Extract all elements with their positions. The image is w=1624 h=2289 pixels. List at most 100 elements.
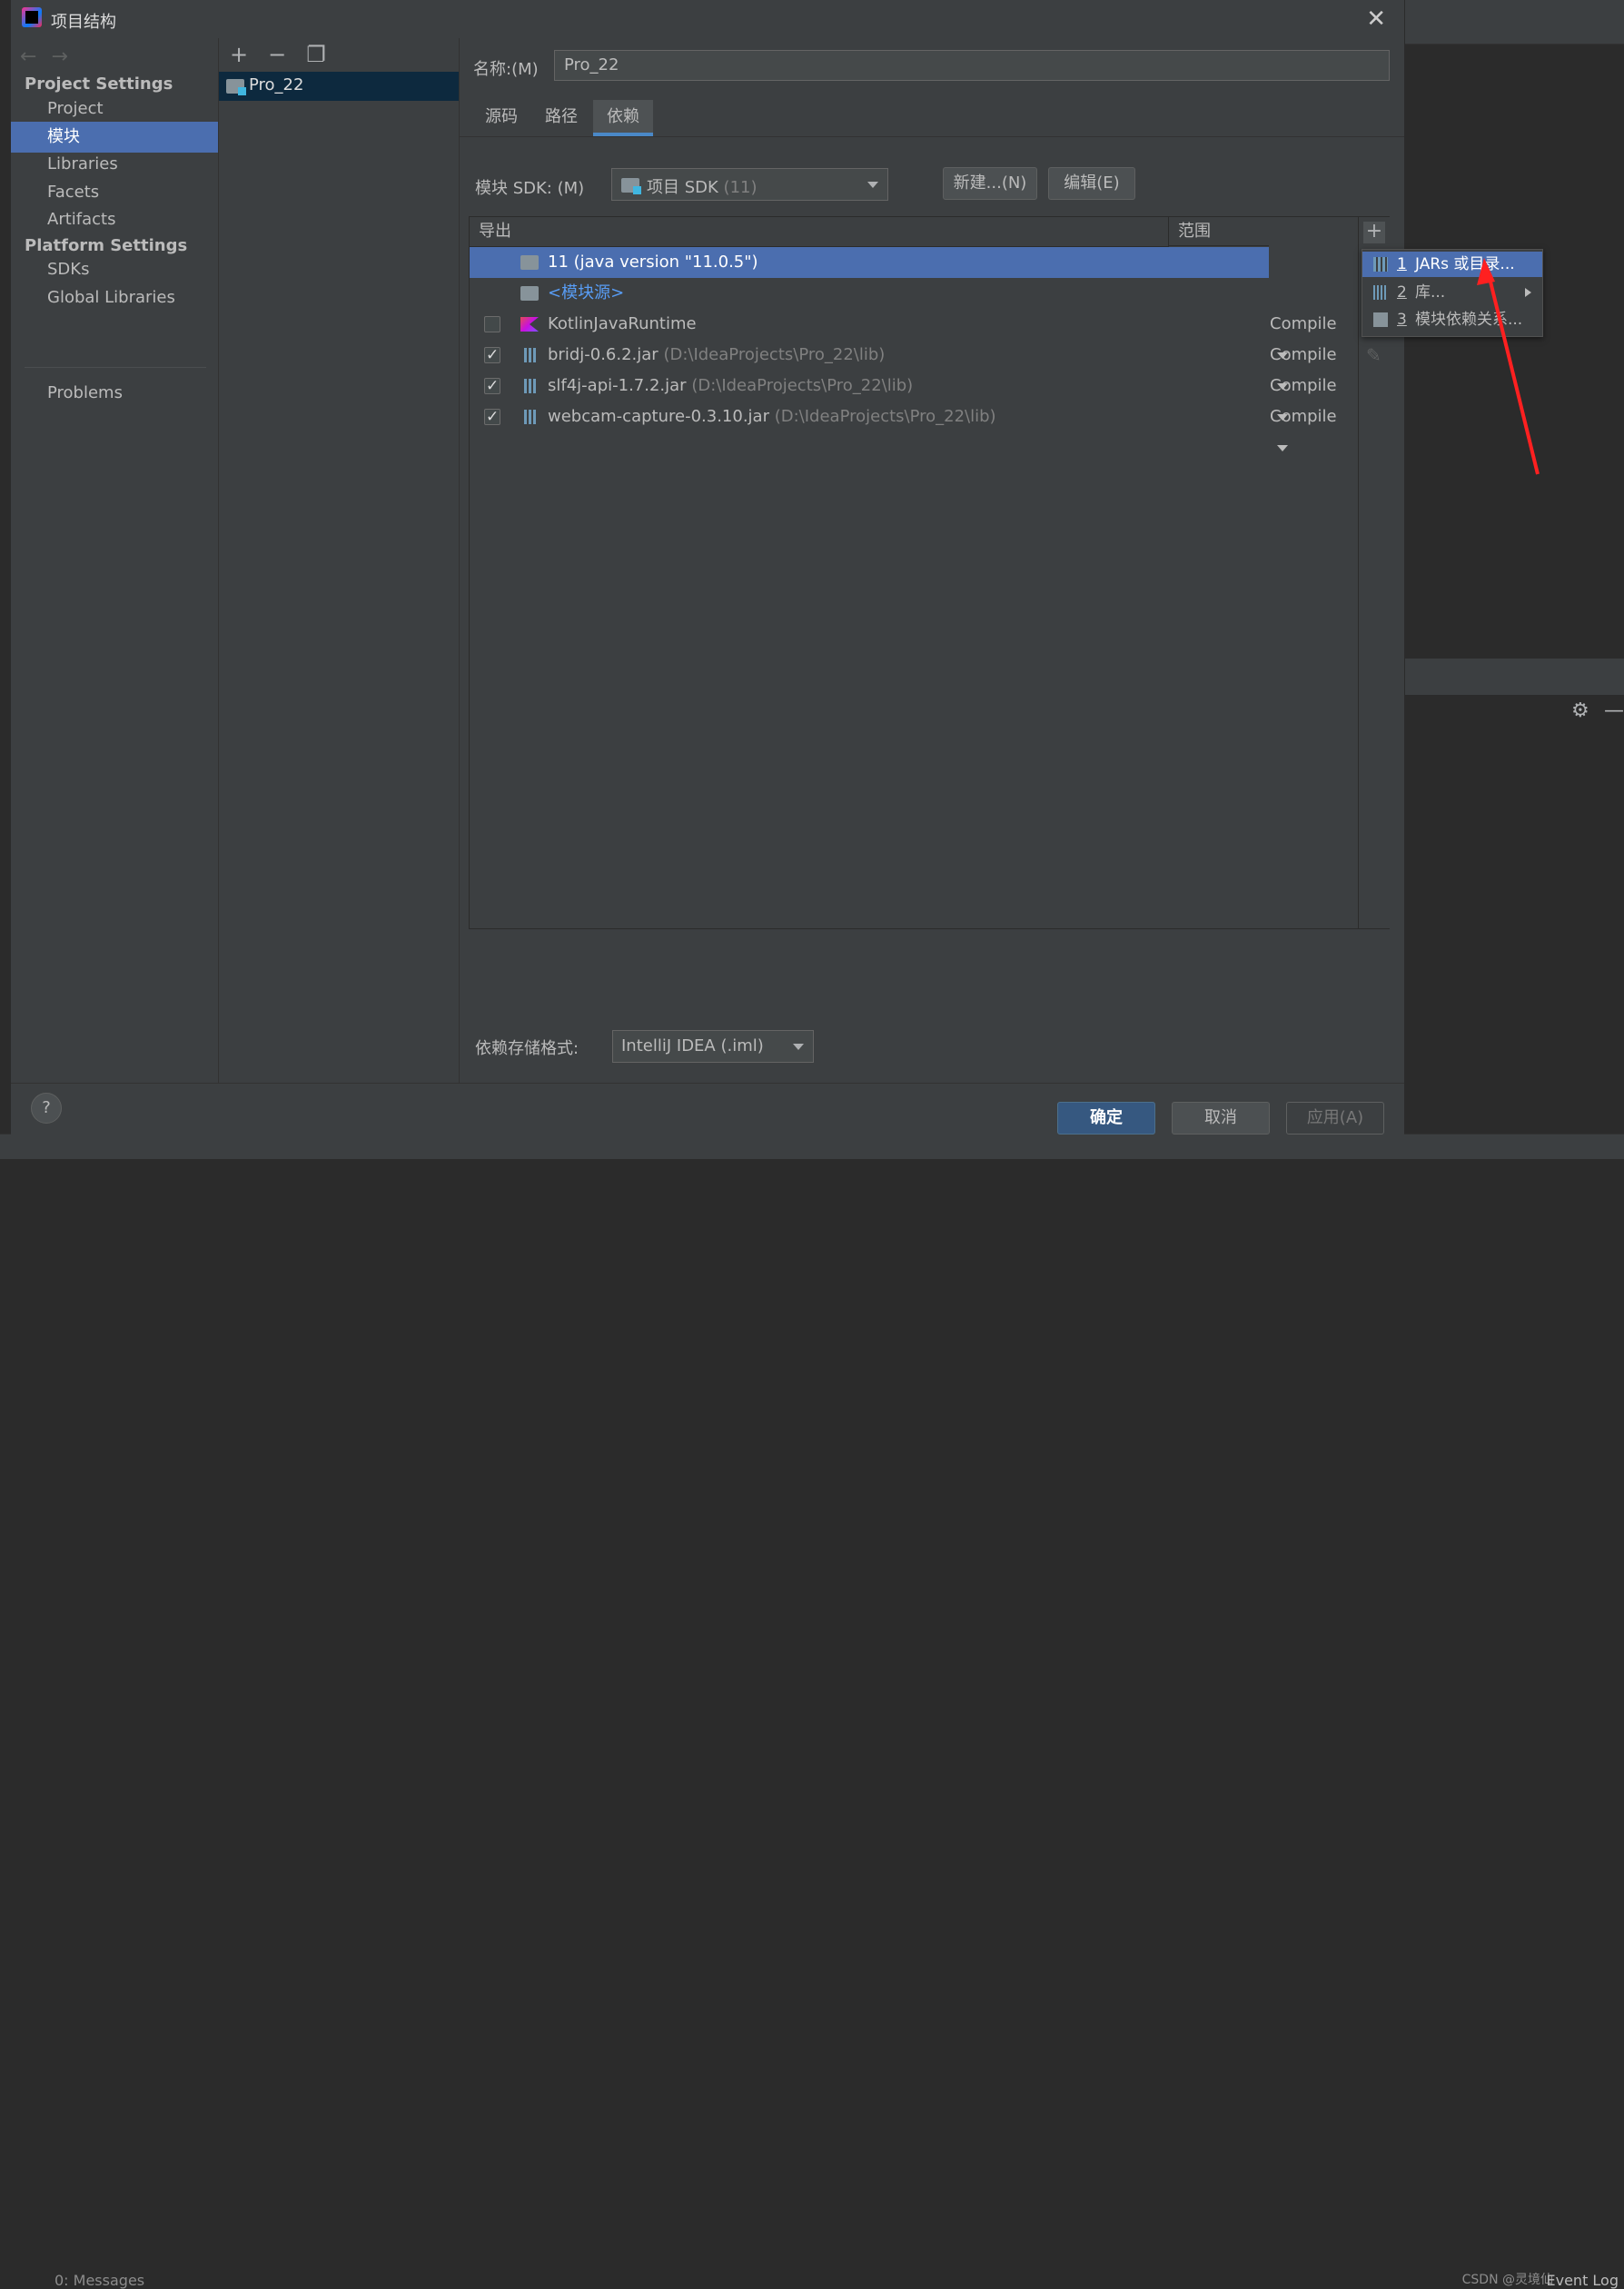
dependency-row[interactable]: slf4j-api-1.7.2.jar (D:\IdeaProjects\Pro… — [470, 371, 1337, 421]
module-folder-icon — [226, 79, 246, 95]
copy-icon[interactable]: ❐ — [306, 42, 326, 67]
popup-item-number: 1 — [1397, 255, 1407, 273]
dependency-path: (D:\IdeaProjects\Pro_22\lib) — [691, 376, 914, 395]
help-button[interactable]: ? — [31, 1093, 62, 1124]
dependency-label: bridj-0.6.2.jar — [548, 345, 659, 364]
dependency-row[interactable]: <模块源> — [470, 278, 1269, 309]
new-sdk-button[interactable]: 新建...(N) — [943, 167, 1037, 200]
popup-item-label: 模块依赖关系... — [1415, 311, 1523, 329]
dependency-label: 11 (java version "11.0.5") — [548, 253, 758, 272]
dependency-label: <模块源> — [548, 283, 625, 302]
column-header-name[interactable] — [516, 217, 1169, 247]
ide-editor-area — [1403, 45, 1624, 659]
dependency-row[interactable]: 11 (java version "11.0.5") — [470, 247, 1269, 278]
name-label: 名称:(M) — [473, 60, 539, 79]
export-checkbox[interactable] — [484, 340, 500, 371]
scope-value: Compile — [1270, 407, 1337, 426]
module-item-label: Pro_22 — [249, 75, 304, 94]
project-structure-dialog: 项目结构 ✕ ← → Project Settings Project 模块 Li… — [11, 0, 1405, 1135]
module-icon — [1373, 312, 1388, 327]
module-toolbar: + − ❐ — [230, 42, 346, 67]
module-item[interactable]: Pro_22 — [219, 72, 459, 101]
tab-paths[interactable]: 路径 — [533, 100, 589, 136]
popup-item-library[interactable]: 2 库... — [1362, 280, 1542, 305]
dialog-title: 项目结构 — [51, 13, 116, 32]
column-header-scope[interactable]: 范围 — [1169, 217, 1269, 246]
dependency-row[interactable]: webcam-capture-0.3.10.jar (D:\IdeaProjec… — [470, 401, 1337, 451]
nav-item-modules[interactable]: 模块 — [11, 122, 218, 153]
dialog-footer: ? 确定 取消 应用(A) — [11, 1083, 1404, 1135]
folder-icon — [520, 255, 539, 270]
dependency-row[interactable]: bridj-0.6.2.jar (D:\IdeaProjects\Pro_22\… — [470, 340, 1337, 390]
storage-format-label: 依赖存储格式: — [475, 1039, 579, 1058]
nav-divider — [25, 367, 206, 368]
tab-dependencies[interactable]: 依赖 — [593, 100, 653, 136]
tab-sources[interactable]: 源码 — [473, 100, 530, 136]
settings-nav: ← → Project Settings Project 模块 Libraries… — [11, 38, 219, 1083]
scope-dropdown[interactable]: Compile — [1270, 401, 1337, 463]
tabs-divider — [460, 136, 1404, 137]
ide-tool-window — [1403, 695, 1624, 1131]
nav-item-project[interactable]: Project — [11, 94, 218, 124]
dependency-path: (D:\IdeaProjects\Pro_22\lib) — [663, 345, 886, 364]
nav-item-global-libraries[interactable]: Global Libraries — [11, 282, 218, 313]
edit-pencil-icon[interactable]: ✎ — [1366, 344, 1381, 366]
module-sdk-select[interactable]: 项目 SDK (11) — [611, 168, 888, 201]
popup-item-number: 2 — [1397, 283, 1407, 302]
forward-arrow-icon[interactable]: → — [51, 45, 67, 68]
nav-item-facets[interactable]: Facets — [11, 177, 218, 208]
scope-value: Compile — [1270, 345, 1337, 364]
project-settings-header: Project Settings — [25, 74, 173, 94]
ok-button[interactable]: 确定 — [1057, 1102, 1155, 1135]
submenu-arrow-icon — [1525, 288, 1531, 297]
library-icon — [1373, 285, 1388, 300]
popup-item-jars[interactable]: 1 JARs 或目录... — [1362, 252, 1542, 277]
scope-value: Compile — [1270, 376, 1337, 395]
export-checkbox[interactable] — [484, 401, 500, 432]
messages-tab[interactable]: 0: Messages — [54, 2272, 144, 2289]
remove-icon[interactable]: − — [268, 42, 286, 67]
nav-item-artifacts[interactable]: Artifacts — [11, 204, 218, 235]
gear-icon[interactable]: ⚙ — [1571, 699, 1589, 722]
storage-format-select[interactable]: IntelliJ IDEA (.iml) — [612, 1030, 814, 1063]
edit-sdk-button[interactable]: 编辑(E) — [1048, 167, 1135, 200]
sdk-label: 模块 SDK: (M) — [475, 179, 585, 198]
back-arrow-icon[interactable]: ← — [20, 45, 36, 68]
add-icon[interactable]: + — [230, 42, 248, 67]
apply-button[interactable]: 应用(A) — [1286, 1102, 1384, 1135]
export-checkbox[interactable] — [484, 316, 500, 332]
dependencies-table: 导出 范围 11 (java version "11.0.5") <模块源> Kot… — [469, 216, 1390, 929]
sdk-value-version: (11) — [723, 178, 758, 197]
dependency-label: slf4j-api-1.7.2.jar — [548, 376, 687, 395]
nav-item-sdks[interactable]: SDKs — [11, 254, 218, 285]
cancel-button[interactable]: 取消 — [1172, 1102, 1270, 1135]
dependency-name: bridj-0.6.2.jar (D:\IdeaProjects\Pro_22\… — [548, 340, 885, 371]
watermark: CSDN @灵境仙 — [1461, 2273, 1553, 2287]
module-name-field[interactable]: Pro_22 — [554, 50, 1390, 81]
dependency-path: (D:\IdeaProjects\Pro_22\lib) — [774, 407, 996, 426]
jar-icon — [524, 410, 537, 424]
dependency-label: webcam-capture-0.3.10.jar — [548, 407, 769, 426]
event-log-button[interactable]: Event Log — [1547, 2272, 1619, 2289]
dependency-row[interactable]: KotlinJavaRuntime Compile — [470, 309, 1337, 359]
dependency-rows: 11 (java version "11.0.5") <模块源> KotlinJav… — [470, 247, 1337, 451]
kotlin-icon — [520, 317, 539, 332]
nav-item-problems[interactable]: Problems — [11, 378, 218, 409]
add-dependency-button[interactable]: + — [1363, 222, 1385, 243]
sdk-folder-icon — [621, 178, 641, 194]
dependency-name: KotlinJavaRuntime — [548, 309, 697, 340]
dependency-name: 11 (java version "11.0.5") — [548, 247, 758, 278]
chevron-down-icon — [867, 182, 878, 188]
ide-tool-window-header — [1403, 659, 1624, 695]
module-list-panel: + − ❐ Pro_22 — [219, 38, 460, 1083]
platform-settings-header: Platform Settings — [25, 236, 188, 255]
nav-item-libraries[interactable]: Libraries — [11, 149, 218, 180]
module-settings: 名称:(M) Pro_22 源码 路径 依赖 模块 SDK: (M) 项目 SD… — [460, 38, 1404, 1083]
ide-editor-tabbar — [1403, 0, 1624, 45]
export-checkbox[interactable] — [484, 371, 500, 401]
minimize-icon[interactable]: — — [1604, 699, 1624, 722]
close-icon[interactable]: ✕ — [1366, 5, 1386, 33]
popup-item-module-dependency[interactable]: 3 模块依赖关系... — [1362, 307, 1542, 332]
dependency-name: <模块源> — [548, 278, 624, 309]
scope-value: Compile — [1270, 314, 1337, 333]
